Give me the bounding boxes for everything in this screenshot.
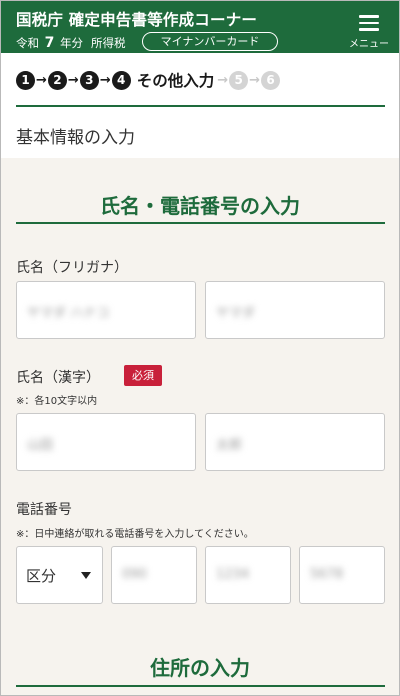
phone-part1-input[interactable]: 090	[111, 546, 197, 604]
kanji-name-label: 氏名（漢字）	[16, 370, 100, 386]
form-area: 氏名・電話番号の入力 氏名（フリガナ） ヤマダ ハナコ ヤマダ 氏名（漢字） 必…	[1, 158, 399, 695]
phone-label: 電話番号	[16, 502, 72, 518]
hamburger-icon	[359, 15, 379, 35]
kanji-first-name-input[interactable]: 太郎	[205, 413, 385, 471]
section-divider	[16, 222, 385, 224]
step-arrow: →	[99, 72, 111, 88]
kanji-last-name-value: 山田	[27, 438, 54, 453]
kana-first-name-value: ヤマダ	[216, 306, 256, 321]
step-indicator: 1 → 2 → 3 → 4 その他入力 → 5 → 6	[16, 67, 281, 93]
step-5: 5	[229, 70, 249, 90]
kana-first-name-input[interactable]: ヤマダ	[205, 281, 385, 339]
step-6: 6	[261, 70, 281, 90]
step-arrow: →	[249, 72, 261, 88]
caret-down-icon	[81, 572, 91, 579]
phone-part3-input[interactable]: 5678	[299, 546, 385, 604]
app-frame: 国税庁 確定申告書等作成コーナー 令和 7 年分 所得税 マイナンバーカード メ…	[0, 0, 400, 696]
tax-year-prefix: 令和	[16, 36, 39, 50]
kanji-last-name-input[interactable]: 山田	[16, 413, 196, 471]
kana-name-label: 氏名（フリガナ）	[16, 260, 128, 276]
app-header: 国税庁 確定申告書等作成コーナー 令和 7 年分 所得税 マイナンバーカード メ…	[1, 1, 399, 53]
tax-year-number: 7	[44, 35, 55, 51]
kana-last-name-input[interactable]: ヤマダ ハナコ	[16, 281, 196, 339]
phone-note: ※：日中連絡が取れる電話番号を入力してください。	[16, 529, 254, 540]
section-title-name-phone: 氏名・電話番号の入力	[100, 194, 300, 218]
step-3: 3	[79, 70, 99, 90]
phone-type-select[interactable]: 区分	[16, 546, 103, 604]
phone-part2-value: 1234	[216, 567, 250, 582]
kanji-first-name-value: 太郎	[216, 438, 243, 453]
menu-button[interactable]: メニュー	[345, 9, 393, 50]
required-badge: 必須	[124, 365, 162, 386]
current-step-label: その他入力	[136, 72, 215, 90]
phone-part1-value: 090	[122, 567, 147, 582]
app-title: 国税庁 確定申告書等作成コーナー	[16, 11, 258, 29]
divider	[16, 105, 385, 107]
step-4: 4	[111, 70, 131, 90]
step-arrow: →	[217, 72, 229, 88]
phone-part2-input[interactable]: 1234	[205, 546, 291, 604]
tax-year: 令和 7 年分	[16, 35, 83, 51]
phone-part3-value: 5678	[310, 567, 344, 582]
section-divider	[16, 685, 385, 687]
menu-label: メニュー	[349, 39, 389, 50]
step-arrow: →	[36, 72, 47, 88]
kana-last-name-value: ヤマダ ハナコ	[27, 306, 110, 321]
tax-kind: 所得税	[91, 36, 126, 50]
phone-type-value: 区分	[26, 567, 57, 585]
kanji-name-note: ※：各10文字以内	[16, 396, 98, 407]
step-2: 2	[47, 70, 67, 90]
section-title-address: 住所の入力	[150, 656, 250, 680]
step-arrow: →	[67, 72, 79, 88]
page-title: 基本情報の入力	[16, 128, 135, 148]
step-1: 1	[16, 70, 35, 90]
mynumber-card-button[interactable]: マイナンバーカード	[142, 32, 278, 51]
tax-year-suffix: 年分	[60, 36, 84, 50]
